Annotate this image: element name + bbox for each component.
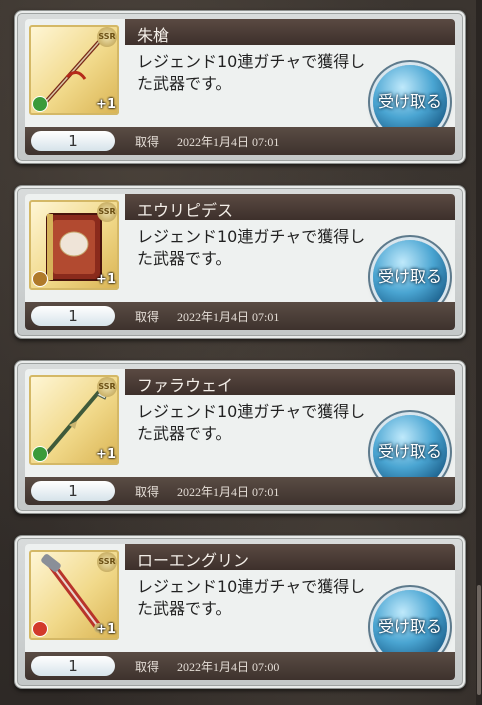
scrollbar[interactable] (476, 0, 482, 705)
reward-card-body: SSR +1 ローエングリン レジェンド10連ガチャで獲得した武器です。 受け取… (25, 544, 455, 680)
element-icon (32, 271, 48, 287)
quantity-field[interactable]: 1 (31, 481, 115, 501)
reward-card: SSR +1 エウリピデス レジェンド10連ガチャで獲得した武器です。 受け取る… (14, 185, 466, 339)
quantity-field[interactable]: 1 (31, 131, 115, 151)
acquired-label: 取得 (135, 310, 160, 324)
acquired-label: 取得 (135, 485, 160, 499)
element-icon (32, 621, 48, 637)
acquired-date: 2022年1月4日 07:00 (177, 660, 280, 674)
plus-bonus: +1 (96, 97, 116, 112)
rarity-badge: SSR (97, 552, 117, 572)
rarity-badge: SSR (97, 202, 117, 222)
item-footer: 1 取得 2022年1月4日 07:01 (25, 127, 455, 155)
weapon-thumbnail[interactable]: SSR +1 (29, 25, 119, 115)
item-footer: 1 取得 2022年1月4日 07:01 (25, 302, 455, 330)
acquired-date: 2022年1月4日 07:01 (177, 135, 280, 149)
weapon-thumbnail[interactable]: SSR +1 (29, 550, 119, 640)
weapon-thumbnail[interactable]: SSR +1 (29, 375, 119, 465)
rarity-badge: SSR (97, 27, 117, 47)
reward-card-body: SSR +1 朱槍 レジェンド10連ガチャで獲得した武器です。 受け取る 1 取… (25, 19, 455, 155)
plus-bonus: +1 (96, 272, 116, 287)
item-name: エウリピデス (137, 201, 234, 220)
reward-card: SSR +1 ファラウェイ レジェンド10連ガチャで獲得した武器です。 受け取る… (14, 360, 466, 514)
reward-list: SSR +1 朱槍 レジェンド10連ガチャで獲得した武器です。 受け取る 1 取… (0, 0, 476, 705)
item-name-bar: ローエングリン (125, 544, 455, 570)
quantity-field[interactable]: 1 (31, 656, 115, 676)
item-name-bar: 朱槍 (125, 19, 455, 45)
reward-card: SSR +1 朱槍 レジェンド10連ガチャで獲得した武器です。 受け取る 1 取… (14, 10, 466, 164)
item-description: レジェンド10連ガチャで獲得した武器です。 (137, 577, 366, 618)
acquired-date: 2022年1月4日 07:01 (177, 485, 280, 499)
reward-card-body: SSR +1 ファラウェイ レジェンド10連ガチャで獲得した武器です。 受け取る… (25, 369, 455, 505)
weapon-thumbnail[interactable]: SSR +1 (29, 200, 119, 290)
plus-bonus: +1 (96, 447, 116, 462)
element-icon (32, 96, 48, 112)
acquired-label: 取得 (135, 660, 160, 674)
acquired-date: 2022年1月4日 07:01 (177, 310, 280, 324)
item-name-bar: エウリピデス (125, 194, 455, 220)
acquired-label: 取得 (135, 135, 160, 149)
item-name: ローエングリン (137, 551, 250, 570)
item-footer: 1 取得 2022年1月4日 07:01 (25, 477, 455, 505)
reward-card: SSR +1 ローエングリン レジェンド10連ガチャで獲得した武器です。 受け取… (14, 535, 466, 689)
quantity-field[interactable]: 1 (31, 306, 115, 326)
rarity-badge: SSR (97, 377, 117, 397)
item-name: 朱槍 (137, 26, 170, 45)
item-name: ファラウェイ (137, 376, 234, 395)
scrollbar-thumb[interactable] (477, 585, 481, 695)
reward-card-body: SSR +1 エウリピデス レジェンド10連ガチャで獲得した武器です。 受け取る… (25, 194, 455, 330)
item-name-bar: ファラウェイ (125, 369, 455, 395)
plus-bonus: +1 (96, 622, 116, 637)
element-icon (32, 446, 48, 462)
item-description: レジェンド10連ガチャで獲得した武器です。 (137, 402, 366, 443)
item-description: レジェンド10連ガチャで獲得した武器です。 (137, 227, 366, 268)
item-description: レジェンド10連ガチャで獲得した武器です。 (137, 52, 366, 93)
item-footer: 1 取得 2022年1月4日 07:00 (25, 652, 455, 680)
